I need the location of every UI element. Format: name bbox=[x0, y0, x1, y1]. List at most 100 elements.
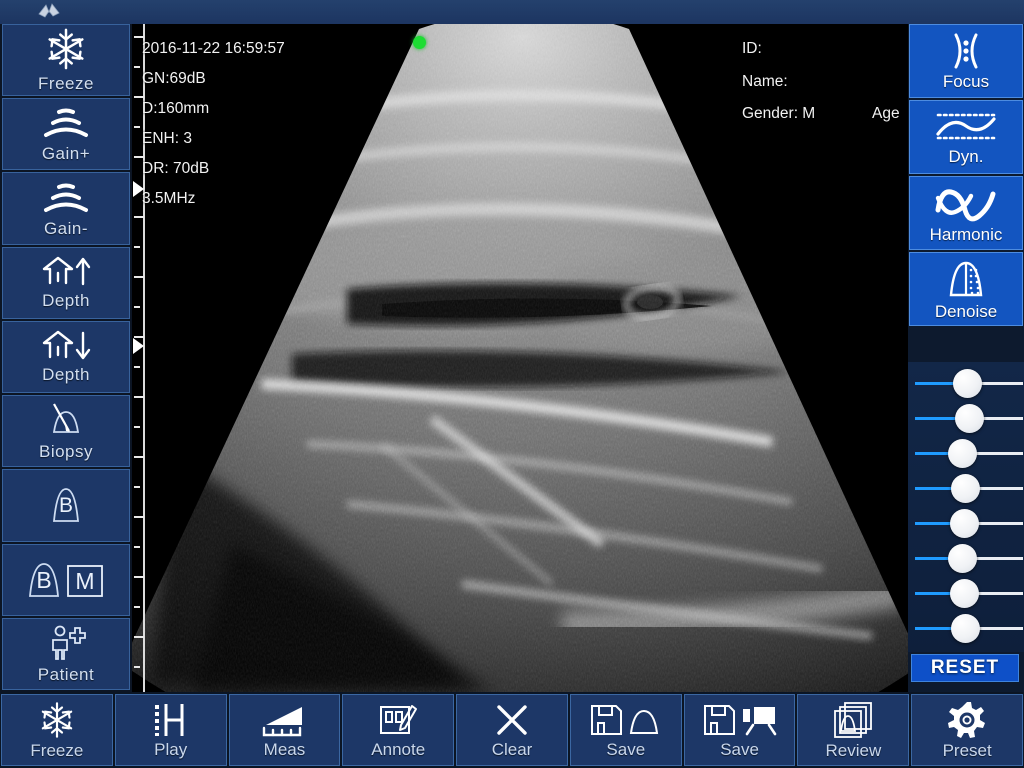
tgc-slider-5[interactable] bbox=[911, 506, 1023, 541]
tgc-slider-fill bbox=[915, 557, 953, 560]
ruler-tick bbox=[134, 126, 140, 128]
svg-text:B: B bbox=[36, 567, 51, 593]
sidebar-item-depth-up[interactable]: Depth bbox=[2, 246, 130, 319]
toolbar-preset[interactable]: Preset bbox=[911, 694, 1024, 766]
ruler-tick bbox=[134, 246, 140, 248]
sidebar-item-label: Gain+ bbox=[41, 144, 91, 164]
sidebar-item-label: Depth bbox=[42, 290, 90, 310]
sidebar-item-depth-down[interactable]: Depth bbox=[2, 320, 130, 394]
ruler-tick bbox=[134, 396, 144, 398]
x-clear-icon bbox=[493, 701, 531, 739]
tgc-reset-button[interactable]: RESET bbox=[911, 654, 1019, 682]
tgc-slider-fill bbox=[915, 417, 959, 420]
svg-text:B: B bbox=[59, 494, 73, 517]
right-button-label: Harmonic bbox=[929, 224, 1003, 244]
ruler-tick bbox=[134, 36, 144, 38]
tgc-slider-knob[interactable] bbox=[949, 509, 979, 538]
tgc-slider-knob[interactable] bbox=[948, 544, 978, 573]
toolbar-annote[interactable]: Annote bbox=[342, 694, 455, 766]
tgc-slider-7[interactable] bbox=[911, 576, 1023, 611]
orientation-marker-dot bbox=[413, 36, 426, 49]
sidebar-item-freeze[interactable]: Freeze bbox=[2, 24, 130, 97]
tgc-slider-8[interactable] bbox=[911, 611, 1023, 646]
toolbar-label: Play bbox=[154, 739, 188, 759]
depth-up-icon bbox=[37, 255, 95, 289]
right-button-dyn[interactable]: Dyn. bbox=[909, 100, 1023, 174]
toolbar-save-video[interactable]: Save bbox=[683, 694, 796, 766]
review-stack-icon bbox=[829, 700, 877, 740]
harmonic-icon bbox=[931, 182, 1001, 224]
right-button-harmonic[interactable]: Harmonic bbox=[909, 176, 1023, 250]
overlay-enhance: ENH: 3 bbox=[142, 130, 192, 147]
gain-up-icon bbox=[38, 104, 94, 142]
patient-add-icon bbox=[42, 623, 90, 663]
tgc-slider-6[interactable] bbox=[911, 541, 1023, 576]
right-button-focus[interactable]: Focus bbox=[909, 24, 1023, 98]
right-button-label: Denoise bbox=[934, 301, 998, 321]
sidebar-item-label: Freeze bbox=[38, 74, 94, 94]
tgc-slider-knob[interactable] bbox=[949, 579, 979, 608]
tgc-slider-knob[interactable] bbox=[952, 369, 982, 398]
tgc-slider-1[interactable] bbox=[911, 366, 1023, 401]
toolbar-label: Save bbox=[606, 739, 646, 759]
toolbar-label: Preset bbox=[942, 740, 992, 760]
ruler-tick bbox=[134, 576, 144, 578]
tgc-slider-4[interactable] bbox=[911, 471, 1023, 506]
ruler-tick bbox=[134, 216, 144, 218]
denoise-icon bbox=[938, 257, 994, 301]
ultrasound-app-window: Freeze Gain+ Gain- Depth Depth Biopsy B … bbox=[0, 0, 1024, 768]
tgc-slider-fill bbox=[915, 382, 957, 385]
bm-mode-icon: B M bbox=[11, 556, 121, 602]
annotate-pencil-icon bbox=[377, 701, 419, 739]
ruler-tick bbox=[134, 96, 144, 98]
ruler-tick bbox=[134, 486, 140, 488]
toolbar-clear[interactable]: Clear bbox=[456, 694, 568, 766]
toolbar-review[interactable]: Review bbox=[797, 694, 910, 766]
toolbar-freeze[interactable]: Freeze bbox=[1, 694, 113, 766]
tgc-slider-knob[interactable] bbox=[954, 404, 984, 433]
svg-text:M: M bbox=[75, 568, 94, 594]
tgc-slider-knob[interactable] bbox=[951, 614, 981, 643]
left-sidebar: Freeze Gain+ Gain- Depth Depth Biopsy B … bbox=[0, 24, 132, 692]
tgc-slider-fill bbox=[915, 452, 953, 455]
overlay-patient-name: Name: bbox=[742, 73, 788, 90]
save-image-icon bbox=[588, 701, 664, 739]
ruler-tick bbox=[134, 456, 144, 458]
ruler-tick bbox=[134, 66, 140, 68]
toolbar-label: Meas bbox=[263, 739, 306, 759]
right-button-denoise[interactable]: Denoise bbox=[909, 252, 1023, 326]
manufacturer-logo bbox=[36, 2, 62, 22]
sidebar-item-label: Biopsy bbox=[38, 442, 94, 462]
tgc-slider-fill bbox=[915, 592, 954, 595]
tgc-slider-knob[interactable] bbox=[951, 474, 981, 503]
overlay-depth: D:160mm bbox=[142, 100, 210, 117]
ruler-tick bbox=[134, 426, 140, 428]
tgc-slider-group[interactable] bbox=[908, 362, 1024, 652]
overlay-patient-id: ID: bbox=[742, 40, 762, 57]
ruler-tick bbox=[134, 306, 140, 308]
tgc-slider-2[interactable] bbox=[911, 401, 1023, 436]
sidebar-item-gain-up[interactable]: Gain+ bbox=[2, 98, 130, 171]
depth-ruler bbox=[132, 24, 145, 692]
toolbar-save-image[interactable]: Save bbox=[569, 694, 682, 766]
ultrasound-image-area[interactable]: 2016-11-22 16:59:57 GN:69dB D:160mm ENH:… bbox=[132, 24, 908, 692]
toolbar-label: Clear bbox=[491, 739, 533, 759]
focus-marker[interactable] bbox=[133, 338, 144, 354]
sidebar-item-label: Patient bbox=[37, 664, 95, 684]
sidebar-item-bm-mode[interactable]: B M bbox=[2, 543, 130, 616]
sidebar-item-gain-down[interactable]: Gain- bbox=[2, 172, 130, 245]
sidebar-item-patient[interactable]: Patient bbox=[2, 617, 130, 690]
toolbar-label: Freeze bbox=[30, 740, 84, 760]
overlay-frequency: 3.5MHz bbox=[142, 190, 196, 207]
tgc-slider-3[interactable] bbox=[911, 436, 1023, 471]
tgc-slider-knob[interactable] bbox=[948, 439, 978, 468]
depth-down-icon bbox=[37, 329, 95, 363]
toolbar-play[interactable]: Play bbox=[114, 694, 227, 766]
ruler-tick bbox=[134, 666, 140, 668]
toolbar-meas[interactable]: Meas bbox=[228, 694, 341, 766]
sidebar-item-biopsy[interactable]: Biopsy bbox=[2, 395, 130, 468]
sidebar-item-b-mode[interactable]: B bbox=[2, 469, 130, 542]
snowflake-icon bbox=[37, 700, 77, 740]
snowflake-icon bbox=[43, 26, 89, 72]
overlay-patient-gender: Gender: M bbox=[742, 105, 816, 122]
